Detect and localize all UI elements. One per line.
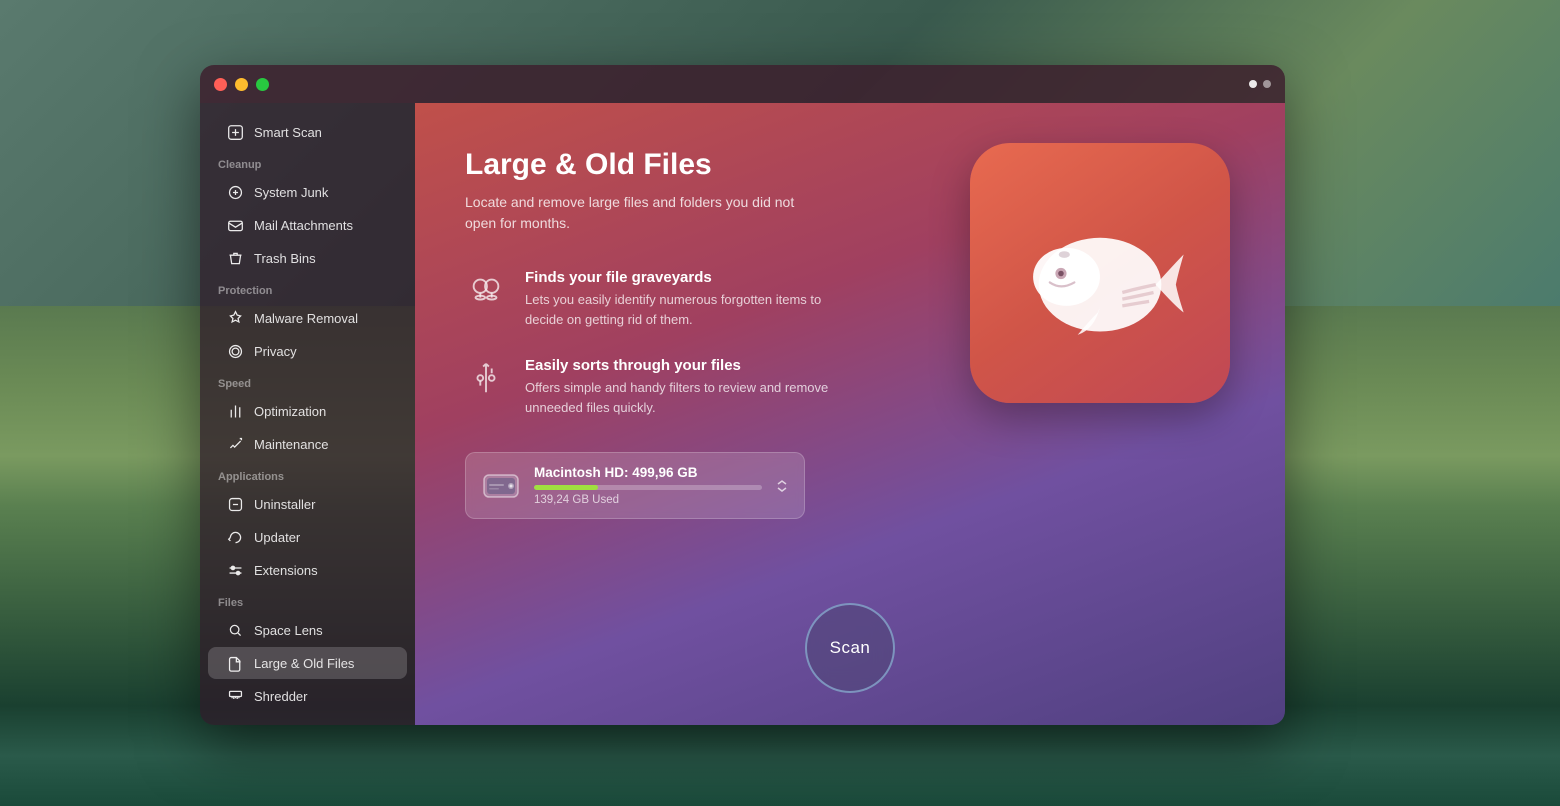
sidebar-item-mail-attachments[interactable]: Mail Attachments: [208, 209, 407, 241]
sidebar-item-shredder[interactable]: Shredder: [208, 680, 407, 712]
sidebar-item-large-old-files[interactable]: Large & Old Files: [208, 647, 407, 679]
title-bar: [200, 65, 1285, 103]
scan-button[interactable]: Scan: [805, 603, 895, 693]
sidebar-section-applications: Applications: [200, 461, 415, 487]
maximize-button[interactable]: [256, 78, 269, 91]
sidebar: Smart Scan Cleanup System Junk: [200, 103, 415, 725]
feature-sort-desc: Offers simple and handy filters to revie…: [525, 378, 835, 417]
large-files-icon: [226, 654, 244, 672]
folder-icon-bg: [970, 143, 1230, 403]
scan-button-wrap: Scan: [805, 603, 895, 693]
sidebar-item-extensions-label: Extensions: [254, 563, 318, 578]
trash-icon: [226, 249, 244, 267]
malware-icon: [226, 309, 244, 327]
privacy-icon: [226, 342, 244, 360]
disk-drive-icon: [482, 467, 520, 505]
sidebar-item-uninstaller-label: Uninstaller: [254, 497, 315, 512]
disk-chevron-icon: [776, 480, 788, 492]
sidebar-section-protection: Protection: [200, 275, 415, 301]
sidebar-section-speed: Speed: [200, 368, 415, 394]
sidebar-item-malware-removal[interactable]: Malware Removal: [208, 302, 407, 334]
traffic-lights: [214, 78, 269, 91]
sidebar-item-privacy[interactable]: Privacy: [208, 335, 407, 367]
updater-icon: [226, 528, 244, 546]
sidebar-item-system-junk[interactable]: System Junk: [208, 176, 407, 208]
mail-icon: [226, 216, 244, 234]
disk-name: Macintosh HD: 499,96 GB: [534, 465, 762, 480]
sidebar-item-system-junk-label: System Junk: [254, 185, 328, 200]
disk-progress-bar: [534, 485, 762, 490]
sidebar-item-shredder-label: Shredder: [254, 689, 307, 704]
feature-sort-title: Easily sorts through your files: [525, 357, 835, 374]
maintenance-icon: [226, 435, 244, 453]
whale-illustration: [1010, 201, 1190, 346]
sidebar-item-malware-removal-label: Malware Removal: [254, 311, 358, 326]
sidebar-item-smart-scan[interactable]: Smart Scan: [208, 116, 407, 148]
dot-icon-1: [1249, 80, 1257, 88]
title-bar-actions: [1249, 80, 1271, 88]
scan-icon: [226, 123, 244, 141]
app-window: Smart Scan Cleanup System Junk: [200, 65, 1285, 725]
feature-graveyard-desc: Lets you easily identify numerous forgot…: [525, 290, 835, 329]
illustration: [970, 143, 1230, 403]
sidebar-item-maintenance[interactable]: Maintenance: [208, 428, 407, 460]
sidebar-item-space-lens[interactable]: Space Lens: [208, 614, 407, 646]
sidebar-item-trash-bins[interactable]: Trash Bins: [208, 242, 407, 274]
graveyard-icon: [465, 269, 507, 311]
sidebar-item-uninstaller[interactable]: Uninstaller: [208, 488, 407, 520]
sidebar-item-space-lens-label: Space Lens: [254, 623, 323, 638]
dot-icon-2: [1263, 80, 1271, 88]
feature-graveyard-title: Finds your file graveyards: [525, 269, 835, 286]
disk-selector[interactable]: Macintosh HD: 499,96 GB 139,24 GB Used: [465, 452, 805, 519]
sidebar-item-updater-label: Updater: [254, 530, 300, 545]
optimization-icon: [226, 402, 244, 420]
disk-icon: [482, 467, 520, 505]
sidebar-item-privacy-label: Privacy: [254, 344, 297, 359]
disk-progress-fill: [534, 485, 598, 490]
extensions-icon: [226, 561, 244, 579]
sidebar-section-cleanup: Cleanup: [200, 149, 415, 175]
sidebar-item-updater[interactable]: Updater: [208, 521, 407, 553]
sidebar-item-extensions[interactable]: Extensions: [208, 554, 407, 586]
sidebar-item-optimization-label: Optimization: [254, 404, 326, 419]
minimize-button[interactable]: [235, 78, 248, 91]
window-body: Smart Scan Cleanup System Junk: [200, 103, 1285, 725]
sidebar-item-mail-attachments-label: Mail Attachments: [254, 218, 353, 233]
disk-info: Macintosh HD: 499,96 GB 139,24 GB Used: [534, 465, 762, 506]
sidebar-item-trash-bins-label: Trash Bins: [254, 251, 316, 266]
sidebar-item-optimization[interactable]: Optimization: [208, 395, 407, 427]
shredder-icon: [226, 687, 244, 705]
disk-used-label: 139,24 GB Used: [534, 494, 762, 506]
sort-icon: [465, 357, 507, 399]
close-button[interactable]: [214, 78, 227, 91]
sidebar-item-smart-scan-label: Smart Scan: [254, 125, 322, 140]
junk-icon: [226, 183, 244, 201]
sidebar-item-large-old-files-label: Large & Old Files: [254, 656, 354, 671]
space-lens-icon: [226, 621, 244, 639]
sidebar-section-files: Files: [200, 587, 415, 613]
page-subtitle: Locate and remove large files and folder…: [465, 192, 795, 234]
main-content: Large & Old Files Locate and remove larg…: [415, 103, 1285, 725]
sidebar-item-maintenance-label: Maintenance: [254, 437, 328, 452]
uninstaller-icon: [226, 495, 244, 513]
